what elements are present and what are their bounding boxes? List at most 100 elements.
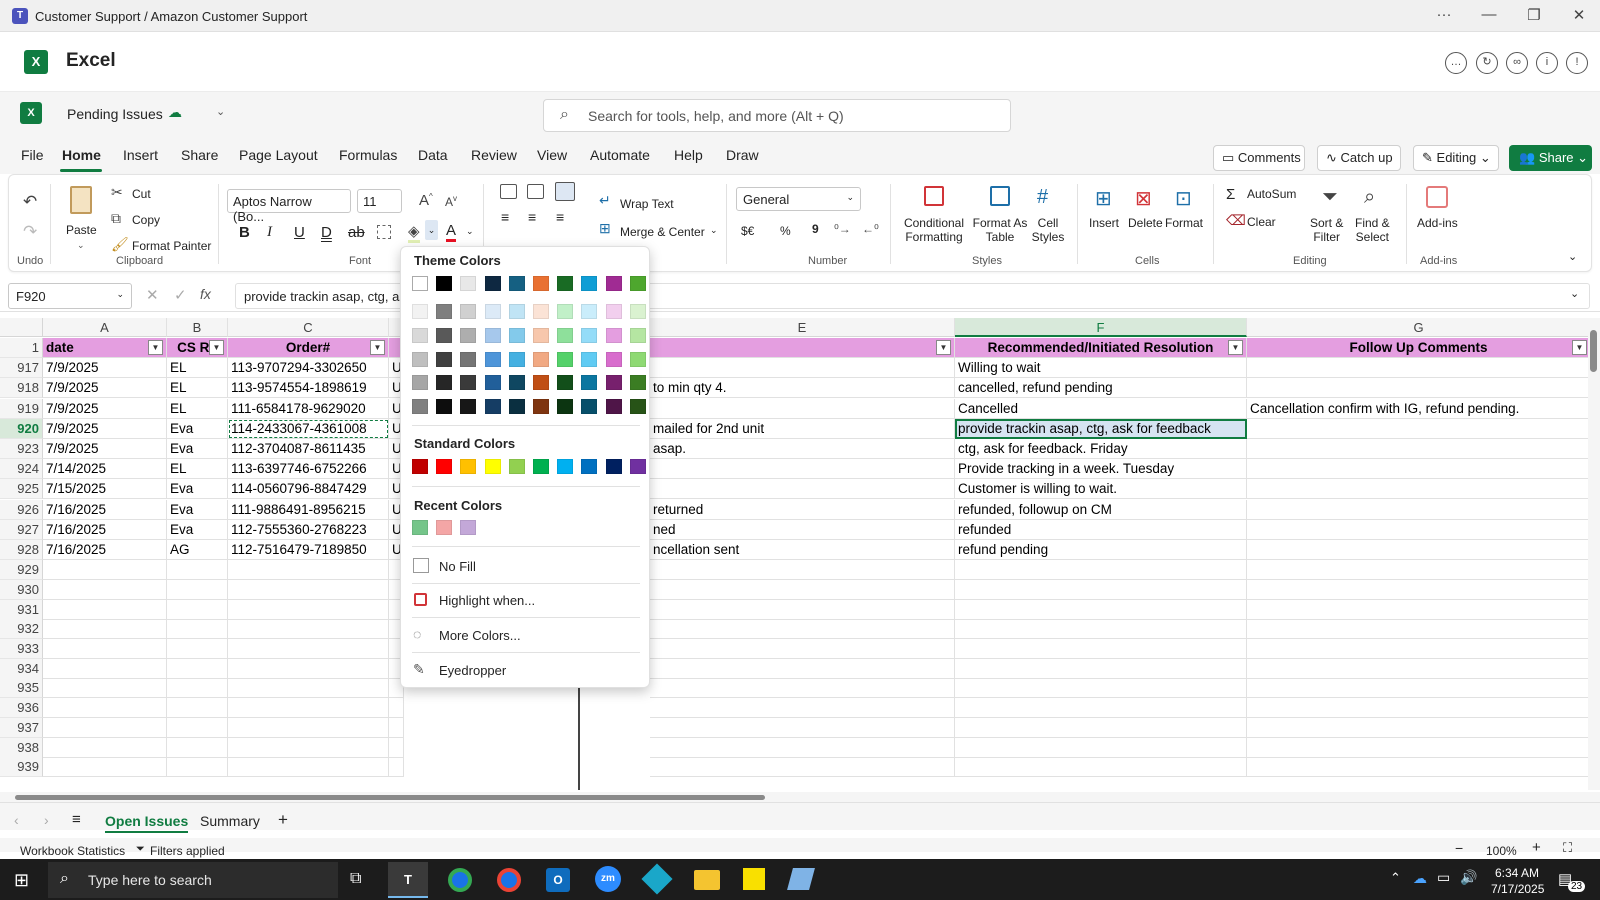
editing-mode-button[interactable]: ✎ Editing ⌄	[1413, 145, 1499, 171]
table-cell[interactable]	[228, 560, 389, 581]
theme-shade-swatch[interactable]	[460, 351, 477, 367]
row-header[interactable]: 937	[0, 717, 43, 738]
table-cell[interactable]	[1247, 639, 1591, 659]
theme-color-swatch[interactable]	[460, 276, 477, 291]
ribbon-collapse-icon[interactable]: ⌄	[1568, 250, 1577, 263]
table-cell[interactable]: Willing to wait	[955, 358, 1247, 379]
onedrive-icon[interactable]: ☁	[1413, 870, 1427, 887]
table-cell[interactable]	[43, 560, 167, 581]
volume-icon[interactable]: 🔊	[1460, 869, 1477, 886]
filter-dropdown-icon[interactable]: ▼	[148, 340, 163, 355]
double-underline-icon[interactable]: D	[321, 224, 332, 241]
table-cell[interactable]	[1247, 579, 1591, 600]
table-cell[interactable]	[650, 639, 955, 659]
conditional-formatting-button[interactable]: Conditional Formatting	[902, 216, 966, 244]
theme-shade-swatch[interactable]	[436, 375, 453, 391]
tab-share[interactable]: Share	[181, 147, 218, 163]
paste-chevron-icon[interactable]: ⌄	[77, 240, 85, 251]
tab-insert[interactable]: Insert	[123, 147, 158, 163]
theme-shade-swatch[interactable]	[605, 375, 622, 391]
row-header[interactable]: 928	[0, 540, 43, 560]
chat-icon[interactable]: …	[1445, 52, 1467, 74]
table-cell[interactable]: 113-6397746-6752266	[228, 459, 389, 480]
table-cell[interactable]: refund pending	[955, 540, 1247, 560]
table-cell[interactable]	[43, 757, 167, 778]
table-cell[interactable]	[1247, 540, 1591, 560]
tab-data[interactable]: Data	[418, 147, 448, 163]
highlight-when-option[interactable]: Highlight when...	[412, 589, 640, 611]
more-options-icon[interactable]: ···	[1429, 6, 1459, 23]
theme-shade-swatch[interactable]	[629, 399, 646, 415]
clock-time[interactable]: 6:34 AM	[1495, 866, 1539, 880]
expand-formula-icon[interactable]: ⌄	[1570, 287, 1579, 300]
theme-shade-swatch[interactable]	[460, 327, 477, 343]
catchup-button[interactable]: ∿ Catch up	[1317, 145, 1401, 171]
table-cell[interactable]	[1247, 439, 1591, 459]
table-cell[interactable]	[389, 737, 404, 758]
undo-icon[interactable]: ↶	[23, 192, 37, 212]
table-cell[interactable]	[650, 698, 955, 719]
table-cell[interactable]	[650, 619, 955, 640]
network-icon[interactable]: ▭	[1437, 869, 1450, 886]
table-cell[interactable]	[228, 579, 389, 600]
table-cell[interactable]	[167, 658, 228, 679]
zoom-out-icon[interactable]: −	[1455, 840, 1463, 856]
table-cell[interactable]: Provide tracking in a week. Tuesday	[955, 459, 1247, 480]
table-cell[interactable]	[1247, 459, 1591, 480]
row-header[interactable]: 931	[0, 599, 43, 620]
table-cell[interactable]	[1247, 358, 1591, 379]
row-header[interactable]: 918	[0, 378, 43, 399]
number-format-dropdown[interactable]: General ⌄	[736, 187, 861, 211]
theme-shade-swatch[interactable]	[484, 304, 501, 319]
theme-shade-swatch[interactable]	[581, 304, 598, 319]
table-cell[interactable]	[167, 737, 228, 758]
theme-shade-swatch[interactable]	[629, 375, 646, 391]
eyedropper-option[interactable]: ✎ Eyedropper	[412, 659, 640, 681]
format-cells-button[interactable]: Format	[1165, 216, 1203, 230]
theme-shade-swatch[interactable]	[605, 304, 622, 319]
theme-shade-swatch[interactable]	[629, 327, 646, 343]
table-cell[interactable]	[1247, 717, 1591, 738]
zoom-level[interactable]: 100%	[1486, 844, 1517, 858]
row-header[interactable]: 934	[0, 658, 43, 679]
theme-shade-swatch[interactable]	[436, 351, 453, 367]
table-cell[interactable]	[43, 658, 167, 679]
table-cell[interactable]	[43, 678, 167, 699]
font-size-dropdown[interactable]: 11	[357, 189, 402, 213]
table-cell[interactable]	[955, 757, 1247, 778]
theme-shade-swatch[interactable]	[484, 399, 501, 415]
row-header[interactable]: 919	[0, 398, 43, 419]
table-cell[interactable]: ctg, ask for feedback. Friday	[955, 439, 1247, 459]
decrease-decimal-icon[interactable]: ←⁰	[862, 222, 879, 236]
table-cell[interactable]	[650, 658, 955, 679]
windows-start-icon[interactable]: ⊞	[14, 870, 29, 891]
table-header-cell[interactable]: CS Re ▼	[167, 338, 228, 358]
table-cell[interactable]	[650, 398, 955, 419]
standard-color-swatch[interactable]	[460, 459, 477, 474]
table-cell[interactable]	[650, 579, 955, 600]
refresh-icon[interactable]: ↻	[1476, 52, 1498, 74]
h-scrollbar-thumb[interactable]	[15, 795, 765, 800]
theme-shade-swatch[interactable]	[436, 327, 453, 343]
table-cell[interactable]	[228, 599, 389, 620]
theme-shade-swatch[interactable]	[581, 351, 598, 367]
column-header-e[interactable]: E	[650, 318, 955, 337]
table-cell[interactable]	[43, 599, 167, 620]
all-sheets-icon[interactable]: ≡	[72, 811, 81, 828]
table-header-cell[interactable]: Recommended/Initiated Resolution ▼	[955, 338, 1247, 358]
filter-dropdown-icon[interactable]: ▼	[936, 340, 951, 355]
table-cell[interactable]: Eva	[167, 439, 228, 459]
delete-cells-button[interactable]: Delete	[1128, 216, 1163, 230]
wrap-text-button[interactable]: Wrap Text	[620, 197, 674, 211]
zoom-in-icon[interactable]: +	[1532, 839, 1541, 856]
tab-home[interactable]: Home	[62, 147, 101, 163]
theme-shade-swatch[interactable]	[533, 304, 549, 319]
align-left-icon[interactable]: ≡	[501, 209, 509, 225]
table-cell[interactable]: to min qty 4.	[650, 378, 955, 399]
table-cell[interactable]	[228, 757, 389, 778]
fill-color-chevron-icon[interactable]: ⌄	[425, 220, 438, 240]
search-box[interactable]: ⌕ Search for tools, help, and more (Alt …	[543, 99, 1011, 132]
theme-shade-swatch[interactable]	[557, 399, 574, 415]
align-right-icon[interactable]: ≡	[556, 209, 564, 225]
table-cell[interactable]	[1247, 619, 1591, 640]
